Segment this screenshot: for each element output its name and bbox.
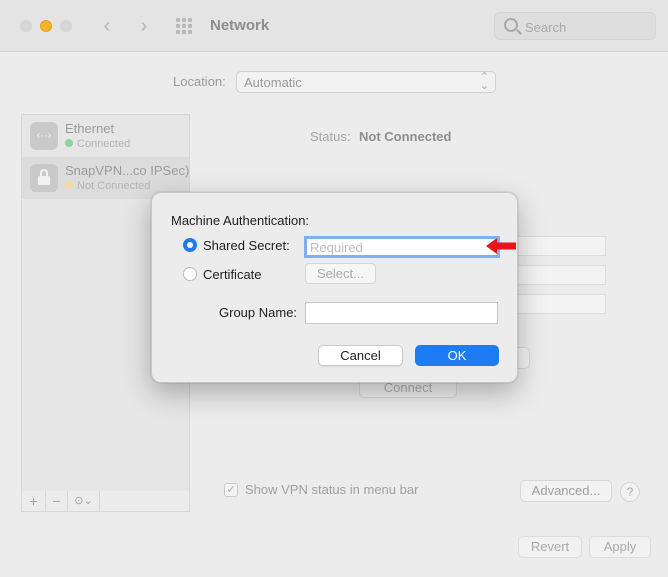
cancel-button[interactable]: Cancel <box>318 345 403 366</box>
group-name-input[interactable] <box>305 302 498 324</box>
location-value: Automatic <box>244 75 302 90</box>
certificate-label: Certificate <box>203 267 262 282</box>
revert-button[interactable]: Revert <box>518 536 582 558</box>
location-label: Location: <box>173 74 226 89</box>
action-menu-button[interactable]: ⊙⌄ <box>68 491 100 511</box>
service-name: Ethernet <box>65 121 115 136</box>
status-label: Status: <box>310 129 351 144</box>
shared-secret-radio[interactable] <box>183 238 197 252</box>
status-dot-icon <box>65 139 73 147</box>
service-status: Not Connected <box>65 180 150 192</box>
zoom-window-button[interactable] <box>60 20 72 32</box>
service-status: Connected <box>65 138 130 150</box>
minimize-window-button[interactable] <box>40 20 52 32</box>
chevron-left-icon: ‹ <box>103 15 111 37</box>
ok-button[interactable]: OK <box>415 345 499 366</box>
updown-chevron-icon: ⌃ ⌄ <box>479 71 489 92</box>
apply-button[interactable]: Apply <box>589 536 651 558</box>
location-select[interactable]: Automatic ⌃ ⌄ <box>236 71 496 93</box>
back-button[interactable]: ‹ <box>96 14 118 38</box>
add-service-button[interactable]: + <box>22 491 46 511</box>
chevron-right-icon: › <box>140 15 148 37</box>
window-title: Network <box>210 17 270 34</box>
status-dot-icon <box>65 181 73 189</box>
machine-authentication-dialog: Machine Authentication: Shared Secret: C… <box>151 192 518 383</box>
help-button[interactable]: ? <box>620 482 640 502</box>
select-certificate-button[interactable]: Select... <box>305 263 376 284</box>
close-window-button[interactable] <box>20 20 32 32</box>
search-icon <box>504 18 518 32</box>
shared-secret-label: Shared Secret: <box>203 238 290 253</box>
annotation-arrow-icon <box>486 238 516 254</box>
service-item-ethernet[interactable]: ‹··› Ethernet Connected <box>22 115 189 157</box>
shared-secret-input[interactable] <box>304 236 500 258</box>
show-vpn-status-checkbox[interactable]: ✓ <box>224 483 238 497</box>
forward-button[interactable]: › <box>133 14 155 38</box>
service-name: SnapVPN...co IPSec) <box>65 163 190 178</box>
group-name-label: Group Name: <box>219 305 298 320</box>
remove-service-button[interactable]: − <box>46 491 68 511</box>
title-bar: ‹ › Network <box>0 0 668 52</box>
certificate-radio[interactable] <box>183 267 197 281</box>
service-list-toolbar: + − ⊙⌄ <box>21 491 190 512</box>
search-field[interactable] <box>494 12 656 40</box>
dialog-title: Machine Authentication: <box>171 213 310 228</box>
lock-icon <box>30 164 58 192</box>
ethernet-icon: ‹··› <box>30 122 58 150</box>
show-all-grid-icon[interactable] <box>176 18 194 34</box>
status-value: Not Connected <box>359 129 452 144</box>
search-input[interactable] <box>525 18 645 36</box>
advanced-button[interactable]: Advanced... <box>520 480 612 502</box>
show-vpn-status-label: Show VPN status in menu bar <box>245 482 419 497</box>
